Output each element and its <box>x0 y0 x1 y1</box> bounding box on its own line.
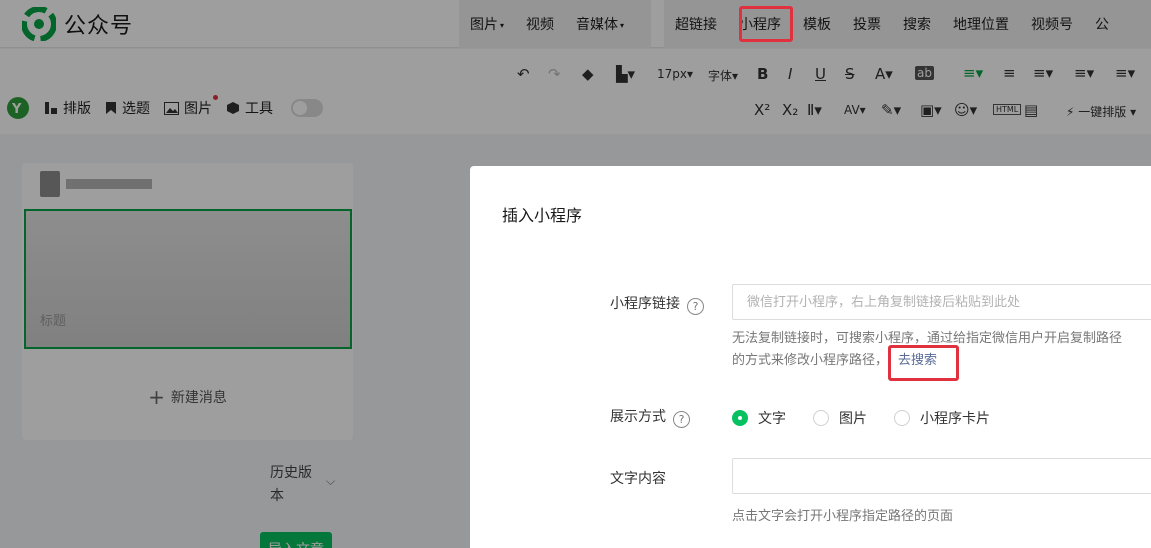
highlight-search-link <box>888 345 959 381</box>
radio-text[interactable]: 文字 <box>732 408 786 428</box>
dialog-title: 插入小程序 <box>502 206 583 225</box>
link-label: 小程序链接? <box>610 293 704 315</box>
highlight-miniprogram-menu <box>739 6 793 42</box>
miniprogram-link-input[interactable] <box>732 284 1151 320</box>
display-label: 展示方式? <box>610 406 690 428</box>
help-icon[interactable]: ? <box>687 298 704 315</box>
radio-card[interactable]: 小程序卡片 <box>894 408 990 428</box>
help-icon[interactable]: ? <box>673 411 690 428</box>
insert-miniprogram-dialog: 插入小程序 小程序链接? 无法复制链接时，可搜索小程序，通过给指定微信用户开启复… <box>470 166 1151 548</box>
radio-image[interactable]: 图片 <box>813 408 867 428</box>
display-options: 文字 图片 小程序卡片 <box>732 408 1017 428</box>
text-content-hint: 点击文字会打开小程序指定路径的页面 <box>732 509 954 524</box>
tip-line2: 的方式来修改小程序路径， <box>732 353 889 368</box>
text-content-label: 文字内容 <box>610 471 666 487</box>
text-content-input[interactable] <box>732 458 1151 494</box>
